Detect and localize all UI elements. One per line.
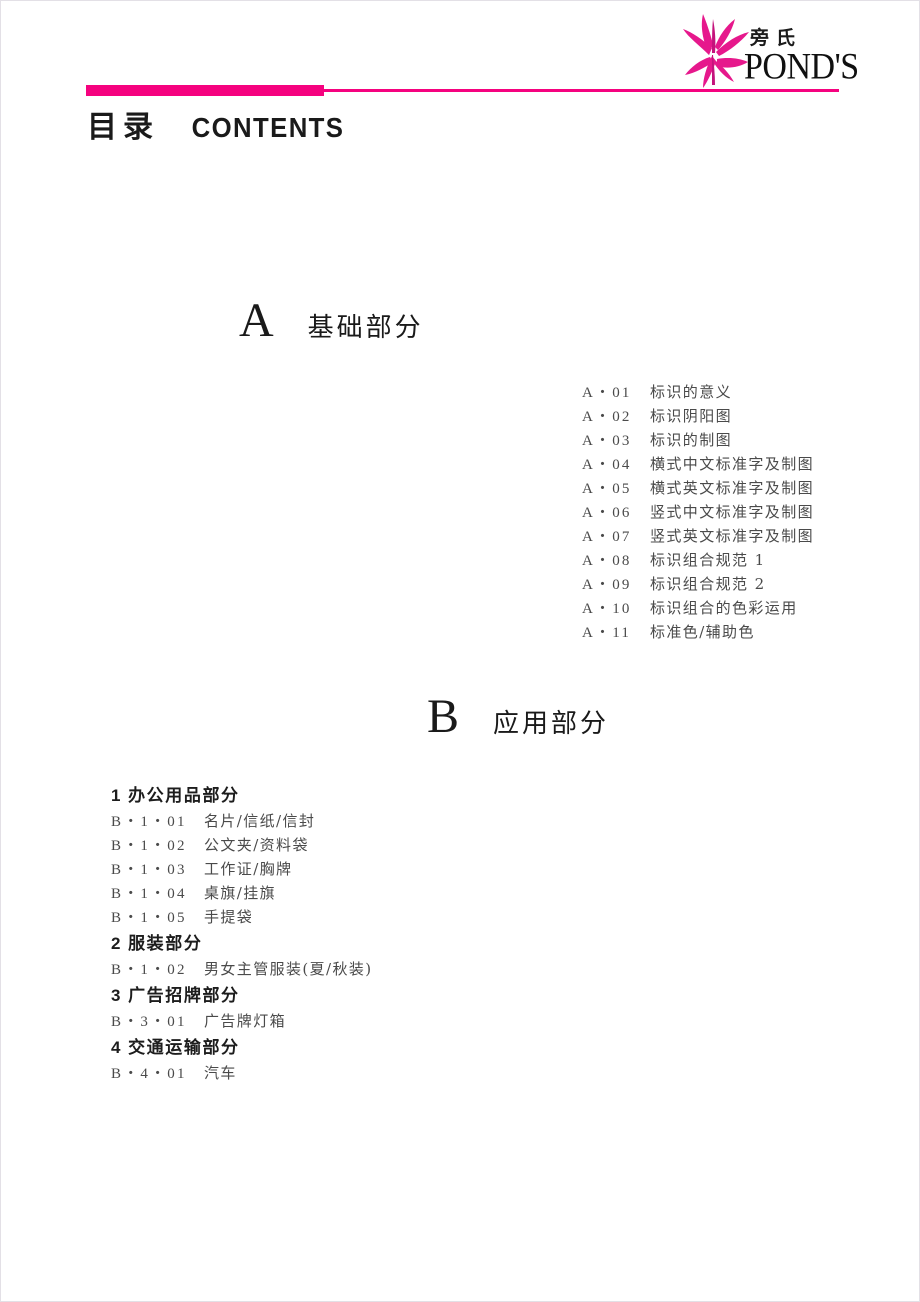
toc-entry[interactable]: B・1・02 公文夹/资料袋 bbox=[111, 833, 373, 857]
toc-entry[interactable]: B・1・02 男女主管服装(夏/秋装) bbox=[111, 957, 373, 981]
toc-entry-code: B・3・01 bbox=[111, 1014, 187, 1030]
toc-entry-label: 标识阴阳图 bbox=[650, 407, 733, 425]
section-name-b: 应用部分 bbox=[493, 709, 610, 739]
toc-entry-label: 竖式中文标准字及制图 bbox=[650, 503, 815, 521]
toc-entry-code: B・1・02 bbox=[111, 838, 187, 854]
toc-entry-code: B・1・04 bbox=[111, 886, 187, 902]
toc-entry-label: 标识的意义 bbox=[650, 383, 733, 401]
toc-entry-label: 竖式英文标准字及制图 bbox=[650, 527, 815, 545]
toc-entry-label: 标识组合规范 2 bbox=[650, 575, 766, 593]
butterfly-icon bbox=[683, 14, 749, 88]
toc-entry-code: A・04 bbox=[582, 457, 632, 473]
section-letter-a: A bbox=[239, 294, 274, 347]
toc-entry-code: A・07 bbox=[582, 529, 632, 545]
toc-group-heading: 4 交通运输部分 bbox=[111, 1034, 373, 1061]
toc-entry-label: 标识的制图 bbox=[650, 431, 733, 449]
toc-entry[interactable]: B・1・04 桌旗/挂旗 bbox=[111, 881, 373, 905]
toc-entry-label: 汽车 bbox=[204, 1064, 237, 1082]
toc-group: 1 办公用品部分 B・1・01 名片/信纸/信封 B・1・02 公文夹/资料袋 B・1・03… bbox=[111, 782, 373, 929]
page-title-en: CONTENTS bbox=[191, 112, 345, 143]
toc-group-number: 3 bbox=[111, 986, 123, 1005]
toc-group: 2 服装部分 B・1・02 男女主管服装(夏/秋装) bbox=[111, 930, 373, 981]
toc-entry-code: A・11 bbox=[582, 625, 632, 641]
section-a-entry-list: A・01 标识的意义 A・02 标识阴阳图 A・03 标识的制图 A・04 横式中文标准字及制… bbox=[582, 380, 814, 644]
toc-group: 3 广告招牌部分 B・3・01 广告牌灯箱 bbox=[111, 982, 373, 1033]
toc-group: 4 交通运输部分 B・4・01 汽车 bbox=[111, 1034, 373, 1085]
toc-entry-code: B・1・01 bbox=[111, 814, 187, 830]
toc-entry[interactable]: A・09 标识组合规范 2 bbox=[582, 572, 814, 596]
toc-entry[interactable]: B・3・01 广告牌灯箱 bbox=[111, 1009, 373, 1033]
toc-entry[interactable]: A・01 标识的意义 bbox=[582, 380, 814, 404]
toc-entry[interactable]: A・07 竖式英文标准字及制图 bbox=[582, 524, 814, 548]
toc-entry-label: 横式英文标准字及制图 bbox=[650, 479, 815, 497]
toc-entry-label: 广告牌灯箱 bbox=[204, 1012, 287, 1030]
toc-entry-code: A・02 bbox=[582, 409, 632, 425]
section-name-a: 基础部分 bbox=[307, 313, 424, 343]
toc-group-number: 2 bbox=[111, 934, 123, 953]
toc-entry-label: 手提袋 bbox=[204, 908, 254, 926]
brand-logo: 旁氏 POND'S bbox=[679, 9, 859, 91]
toc-entry-code: A・10 bbox=[582, 601, 632, 617]
toc-entry[interactable]: B・1・05 手提袋 bbox=[111, 905, 373, 929]
toc-group-number: 4 bbox=[111, 1038, 123, 1057]
toc-entry-code: B・1・05 bbox=[111, 910, 187, 926]
toc-entry-label: 标准色/辅助色 bbox=[650, 623, 755, 641]
brand-name-en: POND'S bbox=[744, 46, 859, 88]
page-title: 目录 CONTENTS bbox=[87, 102, 351, 146]
toc-entry[interactable]: A・08 标识组合规范 1 bbox=[582, 548, 814, 572]
section-b-entry-list: 1 办公用品部分 B・1・01 名片/信纸/信封 B・1・02 公文夹/资料袋 B・1・03… bbox=[111, 782, 373, 1086]
toc-entry[interactable]: A・04 横式中文标准字及制图 bbox=[582, 452, 814, 476]
toc-entry-label: 桌旗/挂旗 bbox=[204, 884, 277, 902]
section-heading-b: B 应用部分 bbox=[427, 693, 609, 741]
toc-entry-label: 工作证/胸牌 bbox=[204, 860, 293, 878]
toc-entry[interactable]: B・4・01 汽车 bbox=[111, 1061, 373, 1085]
toc-entry-code: B・4・01 bbox=[111, 1066, 187, 1082]
toc-group-heading: 1 办公用品部分 bbox=[111, 782, 373, 809]
toc-entry[interactable]: A・03 标识的制图 bbox=[582, 428, 814, 452]
toc-entry-code: A・06 bbox=[582, 505, 632, 521]
toc-entry[interactable]: A・05 横式英文标准字及制图 bbox=[582, 476, 814, 500]
toc-entry[interactable]: A・11 标准色/辅助色 bbox=[582, 620, 814, 644]
toc-entry-code: A・01 bbox=[582, 385, 632, 401]
toc-group-number: 1 bbox=[111, 786, 123, 805]
toc-group-name: 办公用品部分 bbox=[128, 786, 240, 806]
toc-group-name: 服装部分 bbox=[128, 934, 203, 954]
toc-entry-label: 标识组合规范 1 bbox=[650, 551, 766, 569]
toc-group-name: 广告招牌部分 bbox=[128, 986, 240, 1006]
toc-entry[interactable]: B・1・01 名片/信纸/信封 bbox=[111, 809, 373, 833]
toc-entry-code: B・1・03 bbox=[111, 862, 187, 878]
brand-wordmark: 旁氏 POND'S bbox=[744, 27, 859, 91]
toc-entry-code: A・08 bbox=[582, 553, 632, 569]
page-title-cn: 目录 bbox=[87, 110, 159, 145]
contents-page: 旁氏 POND'S 目录 CONTENTS A 基础部分 A・01 标识的意义 A・… bbox=[0, 0, 920, 1302]
brand-name-cn: 旁氏 bbox=[750, 27, 803, 49]
toc-group-heading: 3 广告招牌部分 bbox=[111, 982, 373, 1009]
toc-entry-label: 名片/信纸/信封 bbox=[204, 812, 316, 830]
toc-entry-label: 公文夹/资料袋 bbox=[204, 836, 309, 854]
toc-entry-code: A・05 bbox=[582, 481, 632, 497]
section-letter-b: B bbox=[427, 690, 460, 743]
toc-entry[interactable]: B・1・03 工作证/胸牌 bbox=[111, 857, 373, 881]
toc-entry-label: 标识组合的色彩运用 bbox=[650, 599, 798, 617]
toc-entry[interactable]: A・02 标识阴阳图 bbox=[582, 404, 814, 428]
toc-entry-code: B・1・02 bbox=[111, 962, 187, 978]
toc-entry[interactable]: A・10 标识组合的色彩运用 bbox=[582, 596, 814, 620]
section-heading-a: A 基础部分 bbox=[239, 297, 424, 345]
toc-group-name: 交通运输部分 bbox=[128, 1038, 240, 1058]
header-rule-thick bbox=[86, 85, 324, 96]
toc-entry-code: A・03 bbox=[582, 433, 632, 449]
toc-group-heading: 2 服装部分 bbox=[111, 930, 373, 957]
toc-entry[interactable]: A・06 竖式中文标准字及制图 bbox=[582, 500, 814, 524]
toc-entry-code: A・09 bbox=[582, 577, 632, 593]
toc-entry-label: 男女主管服装(夏/秋装) bbox=[204, 960, 373, 978]
toc-entry-label: 横式中文标准字及制图 bbox=[650, 455, 815, 473]
